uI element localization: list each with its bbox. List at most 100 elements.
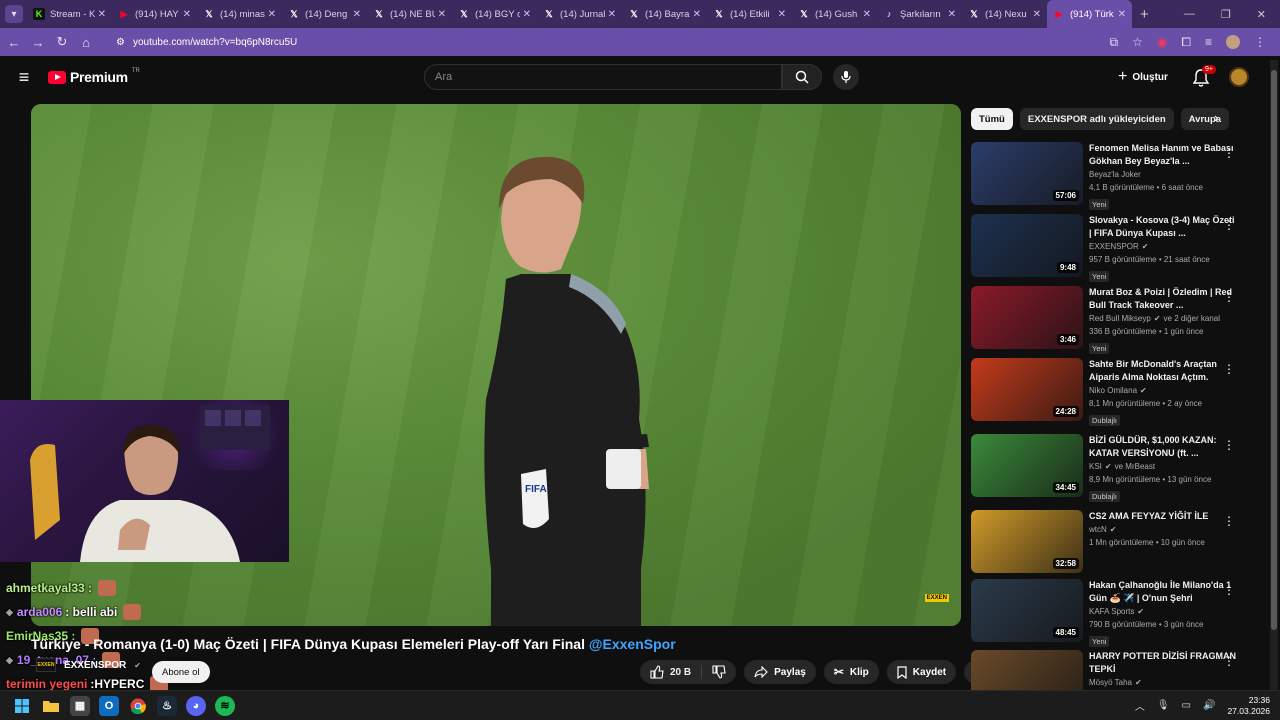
chrome-icon[interactable] xyxy=(128,696,148,716)
tab-close-icon[interactable]: ✕ xyxy=(693,9,701,20)
more-vertical-icon[interactable]: ⋮ xyxy=(1223,146,1235,160)
close-window-icon[interactable]: ✕ xyxy=(1257,8,1266,21)
save-button[interactable]: Kaydet xyxy=(886,660,957,684)
filter-chip[interactable]: Tümü xyxy=(971,108,1013,130)
minimize-icon[interactable]: — xyxy=(1184,8,1195,21)
tray-overflow-icon[interactable]: ︿ xyxy=(1135,698,1145,713)
browser-tab[interactable]: 𝕏 (14) Bayra ✕ xyxy=(622,0,707,28)
tray-microphone-icon[interactable]: 🎙 xyxy=(1157,700,1170,711)
file-explorer-icon[interactable] xyxy=(41,696,61,716)
clip-button[interactable]: ✂ Klip xyxy=(823,660,879,684)
tab-close-icon[interactable]: ✕ xyxy=(98,9,106,20)
tab-close-icon[interactable]: ✕ xyxy=(1118,9,1126,20)
search-input[interactable]: Ara xyxy=(424,64,782,90)
tab-close-icon[interactable]: ✕ xyxy=(183,9,191,20)
home-icon[interactable]: ⌂ xyxy=(74,35,98,50)
steam-icon[interactable]: ♨ xyxy=(157,695,177,716)
recommended-video[interactable]: 34:45 BİZİ GÜLDÜR, $1,000 KAZAN: KATAR VE… xyxy=(971,434,1261,502)
recommended-channel-name[interactable]: KSI xyxy=(1089,462,1102,471)
recommended-video-title[interactable]: Slovakya - Kosova (3-4) Maç Özeti | FIFA… xyxy=(1089,214,1239,240)
extension-red-icon[interactable]: ◉ xyxy=(1157,35,1167,49)
recommended-video[interactable]: 24:28 Sahte Bir McDonald's Araçtan Aipari… xyxy=(971,358,1261,426)
tab-search-icon[interactable]: ▾ xyxy=(5,5,23,23)
chips-next-icon[interactable]: › xyxy=(1214,110,1218,125)
tab-close-icon[interactable]: ✕ xyxy=(268,9,276,20)
recommended-video[interactable]: 3:46 Murat Boz & Poizi | Özledim | Red Bu… xyxy=(971,286,1261,354)
subscribe-button[interactable]: Abone ol xyxy=(152,661,210,683)
new-tab-icon[interactable]: + xyxy=(1140,6,1149,23)
windows-start-icon[interactable] xyxy=(12,696,32,716)
calculator-icon[interactable]: ▦ xyxy=(70,695,90,716)
page-scrollbar-thumb[interactable] xyxy=(1271,70,1277,630)
recommended-video[interactable]: 9:48 Slovakya - Kosova (3-4) Maç Özeti | … xyxy=(971,214,1261,282)
network-icon[interactable]: ▭ xyxy=(1182,700,1191,711)
tab-close-icon[interactable]: ✕ xyxy=(1033,9,1041,20)
recommended-video-title[interactable]: BİZİ GÜLDÜR, $1,000 KAZAN: KATAR VERSİYO… xyxy=(1089,434,1239,460)
browser-tab[interactable]: 𝕏 (14) minas ✕ xyxy=(197,0,282,28)
tab-close-icon[interactable]: ✕ xyxy=(948,9,956,20)
recommended-channel-name[interactable]: Beyaz'la Joker xyxy=(1089,170,1141,179)
browser-tab[interactable]: ▶ (914) Türk ✕ xyxy=(1047,0,1132,28)
browser-tab[interactable]: 𝕏 (14) NE BU ✕ xyxy=(367,0,452,28)
tab-close-icon[interactable]: ✕ xyxy=(863,9,871,20)
dislike-button[interactable] xyxy=(702,660,736,684)
browser-tab[interactable]: 𝕏 (14) Nexu ✕ xyxy=(962,0,1047,28)
share-button[interactable]: Paylaş xyxy=(744,660,816,684)
media-control-icon[interactable]: ≡ xyxy=(1205,35,1212,49)
recommended-channel-name[interactable]: EXXENSPOR xyxy=(1089,242,1139,251)
search-button[interactable] xyxy=(782,64,822,90)
channel-name[interactable]: EXXENSPOR xyxy=(64,660,126,671)
video-thumbnail[interactable]: 24:28 xyxy=(971,358,1083,421)
browser-tab[interactable]: K Stream - K ✕ xyxy=(27,0,112,28)
channel-mention-link[interactable]: @ExxenSpor xyxy=(589,636,676,652)
more-vertical-icon[interactable]: ⋮ xyxy=(1223,290,1235,304)
recommended-video-title[interactable]: HARRY POTTER DİZİSİ FRAGMAN TEPKİ xyxy=(1089,650,1239,676)
more-vertical-icon[interactable]: ⋮ xyxy=(1223,654,1235,668)
recommended-video[interactable]: 48:45 Hakan Çalhanoğlu İle Milano'da 1 Gü… xyxy=(971,579,1261,647)
profile-avatar-icon[interactable] xyxy=(1226,35,1240,49)
channel-avatar[interactable]: EXXEN xyxy=(36,658,56,672)
more-vertical-icon[interactable]: ⋮ xyxy=(1223,514,1235,528)
voice-search-button[interactable] xyxy=(833,64,859,90)
more-vertical-icon[interactable]: ⋮ xyxy=(1223,218,1235,232)
recommended-channel-name[interactable]: Red Bull Mikseyp xyxy=(1089,314,1151,323)
recommended-video[interactable]: 57:06 Fenomen Melisa Hanım ve Babası Gökh… xyxy=(971,142,1261,210)
browser-tab[interactable]: ▶ (914) HAY ✕ xyxy=(112,0,197,28)
youtube-premium-logo[interactable]: Premium TR xyxy=(48,68,140,85)
spotify-icon[interactable]: ≋ xyxy=(215,695,235,716)
video-thumbnail[interactable]: 3:46 xyxy=(971,286,1083,349)
tab-close-icon[interactable]: ✕ xyxy=(778,9,786,20)
recommended-video-title[interactable]: Fenomen Melisa Hanım ve Babası Gökhan Be… xyxy=(1089,142,1239,168)
video-thumbnail[interactable]: 34:45 xyxy=(971,434,1083,497)
system-clock[interactable]: 23:36 27.03.2026 xyxy=(1227,695,1270,717)
recommended-channel-name[interactable]: Mösyö Taha xyxy=(1089,678,1132,687)
recommended-channel-name[interactable]: KAFA Sports xyxy=(1089,607,1134,616)
menu-icon[interactable]: ≡ xyxy=(0,67,48,88)
like-button[interactable]: 20 B xyxy=(640,660,701,684)
browser-tab[interactable]: 𝕏 (14) BGY d ✕ xyxy=(452,0,537,28)
back-icon[interactable]: ← xyxy=(2,35,26,50)
more-vertical-icon[interactable]: ⋮ xyxy=(1223,362,1235,376)
create-button[interactable]: + Oluştur xyxy=(1118,66,1168,88)
account-avatar[interactable] xyxy=(1229,67,1249,87)
install-app-icon[interactable]: ⧉ xyxy=(1110,35,1119,50)
browser-tab[interactable]: 𝕏 (14) Etkili ✕ xyxy=(707,0,792,28)
forward-icon[interactable]: → xyxy=(26,35,50,50)
tab-close-icon[interactable]: ✕ xyxy=(523,9,531,20)
tab-close-icon[interactable]: ✕ xyxy=(353,9,361,20)
browser-tab[interactable]: 𝕏 (14) Jurnal ✕ xyxy=(537,0,622,28)
recommended-video-title[interactable]: Sahte Bir McDonald's Araçtan Aiparis Alm… xyxy=(1089,358,1239,384)
browser-tab[interactable]: 𝕏 (14) Deng ✕ xyxy=(282,0,367,28)
maximize-icon[interactable]: ❐ xyxy=(1221,8,1231,21)
discord-icon[interactable]: ◕ xyxy=(186,695,206,716)
filter-chip[interactable]: EXXENSPOR adlı yükleyiciden xyxy=(1019,108,1174,130)
tab-close-icon[interactable]: ✕ xyxy=(438,9,446,20)
recommended-video[interactable]: 32:58 CS2 AMA FEYYAZ YİĞİT İLE wtcN ✔ 1 Mn g… xyxy=(971,510,1261,576)
outlook-icon[interactable]: O xyxy=(99,695,119,716)
filter-chip[interactable]: Avrupa xyxy=(1180,108,1230,130)
tab-close-icon[interactable]: ✕ xyxy=(608,9,616,20)
volume-icon[interactable]: 🔊 xyxy=(1203,700,1215,711)
recommended-channel-name[interactable]: Niko Omilana xyxy=(1089,386,1137,395)
browser-tab[interactable]: 𝕏 (14) Gush ✕ xyxy=(792,0,877,28)
browser-tab[interactable]: ♪ Şarkıların ✕ xyxy=(877,0,962,28)
